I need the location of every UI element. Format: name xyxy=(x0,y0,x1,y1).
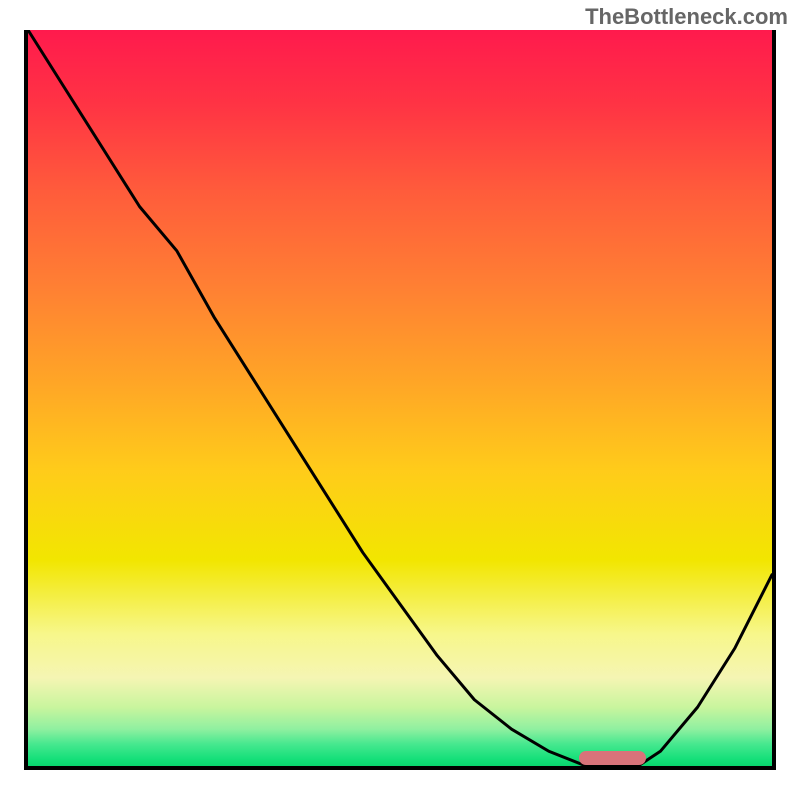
bottleneck-curve xyxy=(28,30,772,766)
watermark-text: TheBottleneck.com xyxy=(585,4,788,30)
plot-area xyxy=(24,30,776,770)
optimal-marker xyxy=(579,751,646,765)
